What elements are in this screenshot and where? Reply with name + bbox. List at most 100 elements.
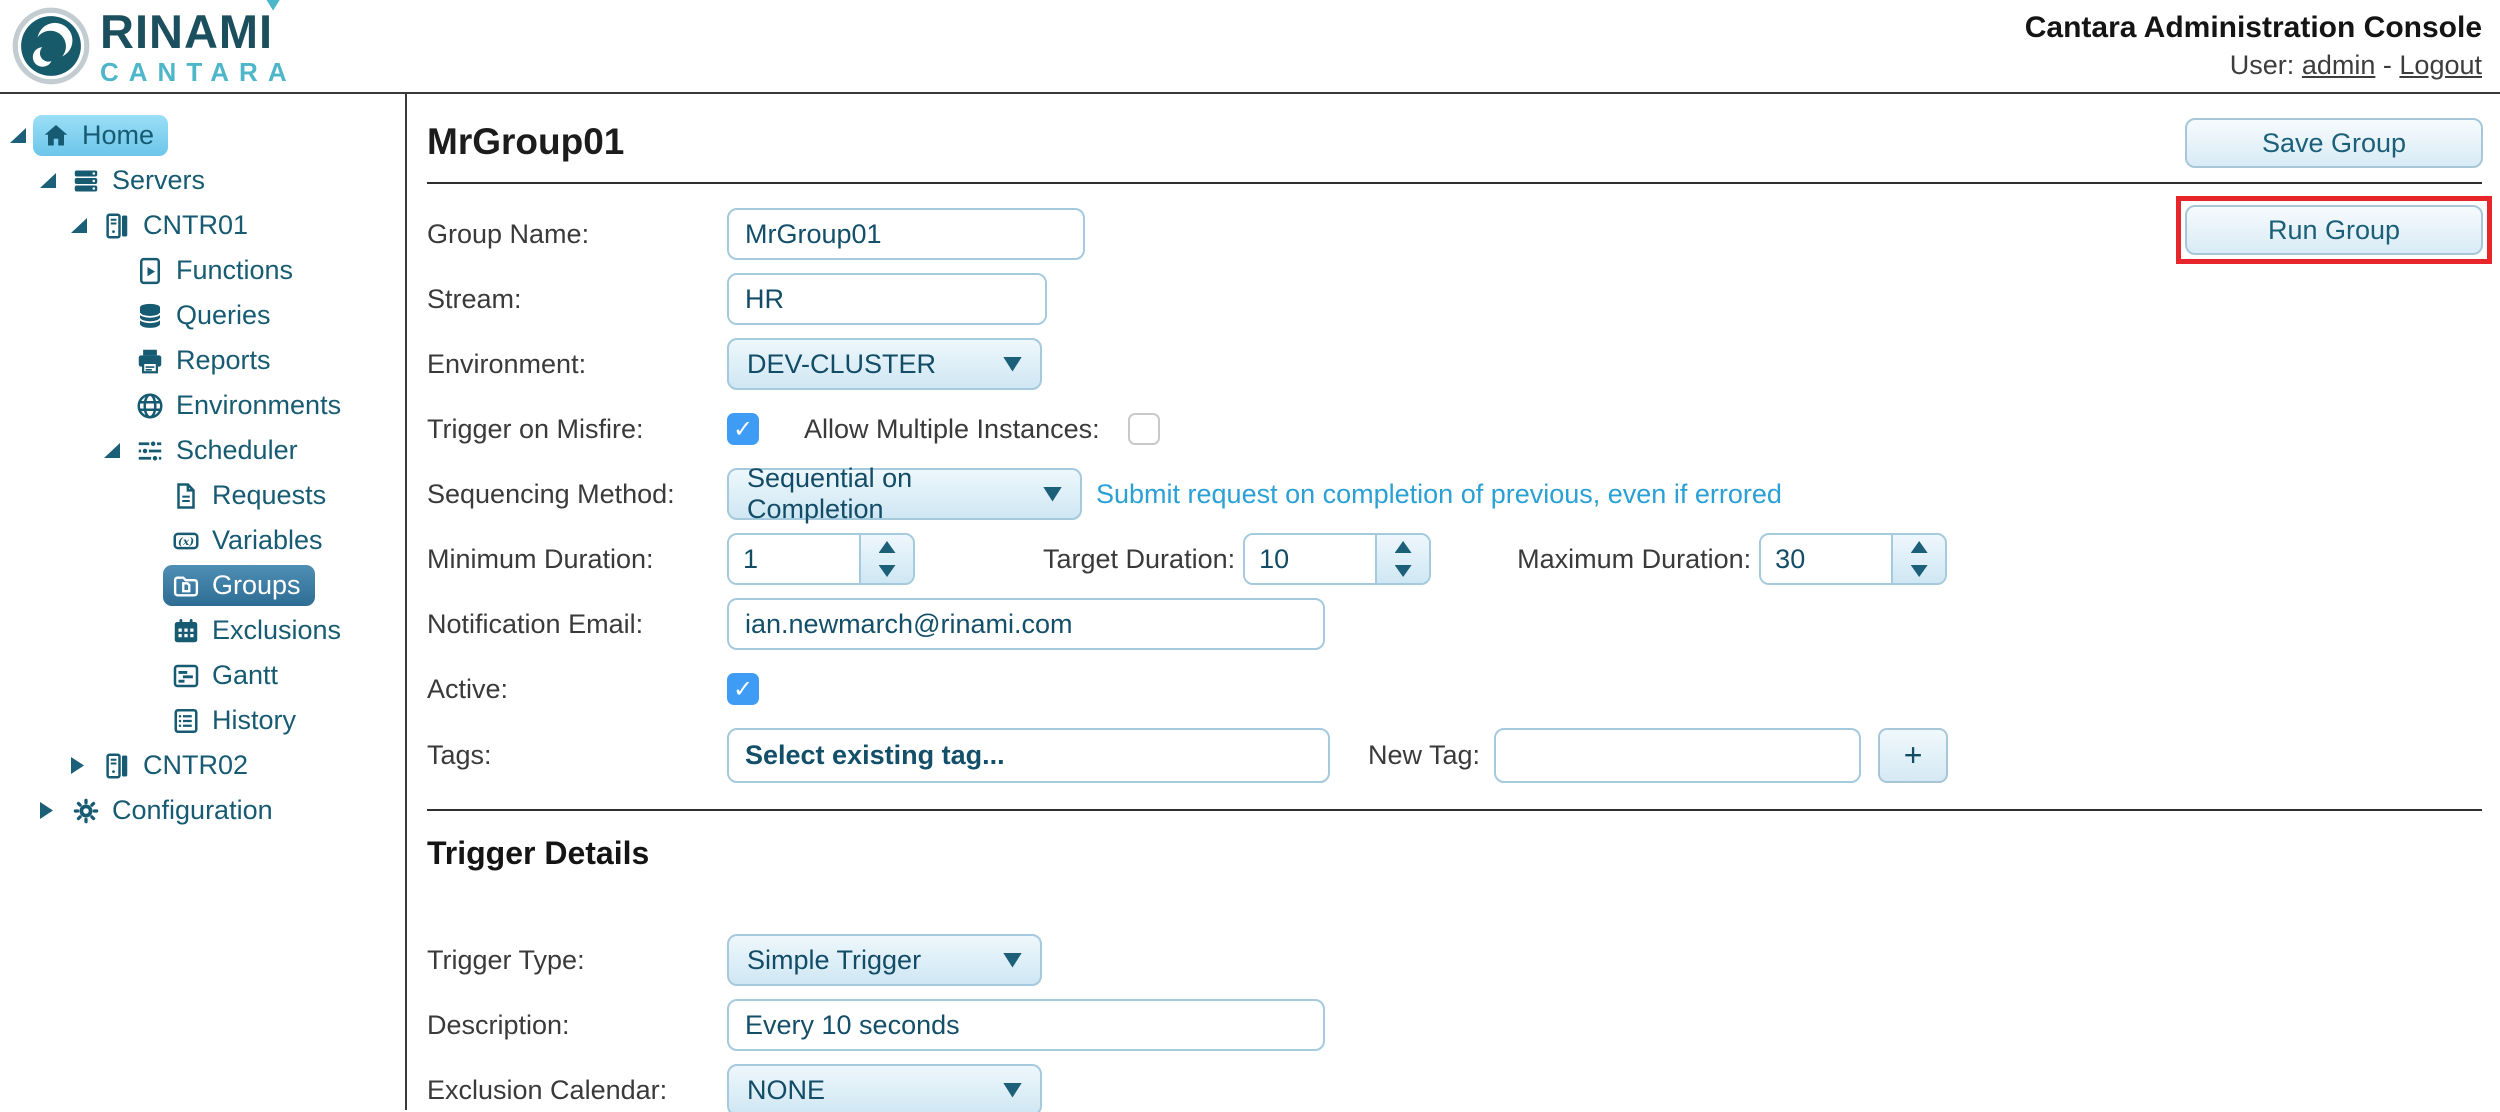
form-row-group-name: Group Name: [427, 208, 2482, 260]
target-duration-input[interactable] [1245, 535, 1375, 583]
trigger-type-select[interactable]: Simple Trigger [727, 934, 1042, 986]
server-icon [102, 751, 132, 781]
stream-input[interactable] [729, 275, 1047, 323]
run-group-annotation-box: Run Group [2176, 196, 2492, 264]
sidebar-item-servers[interactable]: Servers [0, 158, 405, 203]
chevron-down-icon [1003, 357, 1022, 372]
functions-icon [135, 256, 165, 286]
new-tag-label: New Tag: [1368, 740, 1480, 771]
user-line: User: admin - Logout [2025, 50, 2482, 81]
rinami-logo-icon [12, 7, 90, 85]
scheduler-icon [135, 436, 165, 466]
sequencing-method-value: Sequential on Completion [747, 463, 1031, 525]
page-title: MrGroup01 [427, 122, 2482, 162]
run-group-button[interactable]: Run Group [2185, 205, 2483, 255]
environment-label: Environment: [427, 349, 727, 380]
decrement-button[interactable] [1893, 559, 1945, 583]
trigger-type-label: Trigger Type: [427, 945, 727, 976]
form-row-stream: Stream: [427, 273, 2482, 325]
sidebar-item-home[interactable]: Home [0, 113, 405, 158]
sidebar-item-configuration[interactable]: Configuration [0, 788, 405, 833]
minimum-duration-input[interactable] [729, 535, 859, 583]
environment-select[interactable]: DEV-CLUSTER [727, 338, 1042, 390]
decrement-button[interactable] [1377, 559, 1429, 583]
active-checkbox[interactable] [727, 673, 759, 705]
group-name-input[interactable] [727, 208, 1085, 260]
exclusion-calendar-label: Exclusion Calendar: [427, 1075, 727, 1106]
form-row-description: Description: [427, 999, 2482, 1051]
description-label: Description: [427, 1010, 727, 1041]
sidebar-item-environments[interactable]: Environments [0, 383, 405, 428]
add-tag-button[interactable]: + [1878, 728, 1948, 783]
chevron-down-icon [1003, 953, 1022, 968]
collapse-arrow-icon[interactable] [40, 802, 53, 819]
sidebar-item-reports[interactable]: Reports [0, 338, 405, 383]
exclusion-calendar-value: NONE [747, 1075, 825, 1106]
stream-combobox [727, 273, 1047, 325]
header-right: Cantara Administration Console User: adm… [2025, 11, 2482, 81]
collapse-arrow-icon[interactable] [71, 757, 84, 774]
arrow-up-icon [1395, 541, 1412, 553]
sidebar-item-queries[interactable]: Queries [0, 293, 405, 338]
target-duration-label: Target Duration: [1043, 544, 1235, 575]
groups-folder-icon [171, 571, 201, 601]
spinner-buttons [1891, 535, 1945, 583]
sidebar-item-cntr01[interactable]: CNTR01 [0, 203, 405, 248]
notification-email-input[interactable] [727, 598, 1325, 650]
sidebar-item-groups[interactable]: Groups [0, 563, 405, 608]
sidebar-item-functions[interactable]: Functions [0, 248, 405, 293]
trigger-details-heading: Trigger Details [427, 835, 2482, 872]
expand-arrow-icon[interactable] [71, 218, 87, 233]
trigger-type-value: Simple Trigger [747, 945, 921, 976]
trigger-on-misfire-checkbox[interactable] [727, 413, 759, 445]
form-row-durations: Minimum Duration: Target Duration: [427, 533, 2482, 585]
brand-wordmark: RINAMI CANTARA [100, 8, 297, 85]
form-row-email: Notification Email: [427, 598, 2482, 650]
user-link[interactable]: admin [2302, 50, 2376, 80]
environments-icon [135, 391, 165, 421]
tags-input[interactable] [727, 728, 1330, 783]
sidebar-item-variables[interactable]: Variables [0, 518, 405, 563]
user-label: User: [2230, 50, 2295, 80]
form-row-sequencing: Sequencing Method: Sequential on Complet… [427, 468, 2482, 520]
target-duration-spinner [1243, 533, 1431, 585]
expand-arrow-icon[interactable] [40, 173, 56, 188]
minimum-duration-label: Minimum Duration: [427, 544, 727, 575]
increment-button[interactable] [861, 535, 913, 559]
form-row-tags: Tags: New Tag: + [427, 728, 2482, 783]
increment-button[interactable] [1893, 535, 1945, 559]
variables-icon [171, 526, 201, 556]
logout-link[interactable]: Logout [2399, 50, 2482, 80]
sidebar-item-exclusions[interactable]: Exclusions [0, 608, 405, 653]
sidebar-item-cntr02[interactable]: CNTR02 [0, 743, 405, 788]
arrow-up-icon [879, 541, 896, 553]
spinner-buttons [1375, 535, 1429, 583]
sequencing-method-select[interactable]: Sequential on Completion [727, 468, 1082, 520]
save-group-button[interactable]: Save Group [2185, 118, 2483, 168]
console-title: Cantara Administration Console [2025, 11, 2482, 45]
expand-arrow-icon[interactable] [104, 443, 120, 458]
server-icon [102, 211, 132, 241]
form-row-active: Active: [427, 663, 2482, 715]
sidebar-item-scheduler[interactable]: Scheduler [0, 428, 405, 473]
groups-selected-pill[interactable]: Groups [163, 565, 315, 606]
home-icon [41, 121, 71, 151]
home-selected-pill[interactable]: Home [33, 115, 168, 156]
sidebar-item-history[interactable]: History [0, 698, 405, 743]
chevron-down-icon [1003, 1083, 1022, 1098]
stream-label: Stream: [427, 284, 727, 315]
new-tag-input[interactable] [1494, 728, 1861, 783]
maximum-duration-input[interactable] [1761, 535, 1891, 583]
brand-name: RINAMI [100, 8, 273, 55]
group-name-label: Group Name: [427, 219, 727, 250]
increment-button[interactable] [1377, 535, 1429, 559]
main-content: Save Group Run Group MrGroup01 Group Nam… [407, 94, 2500, 1110]
sidebar-item-gantt[interactable]: Gantt [0, 653, 405, 698]
exclusion-calendar-select[interactable]: NONE [727, 1064, 1042, 1112]
brand: RINAMI CANTARA [12, 7, 297, 85]
allow-multiple-instances-checkbox[interactable] [1128, 413, 1160, 445]
expand-arrow-icon[interactable] [10, 128, 26, 143]
sidebar-item-requests[interactable]: Requests [0, 473, 405, 518]
description-input[interactable] [727, 999, 1325, 1051]
decrement-button[interactable] [861, 559, 913, 583]
